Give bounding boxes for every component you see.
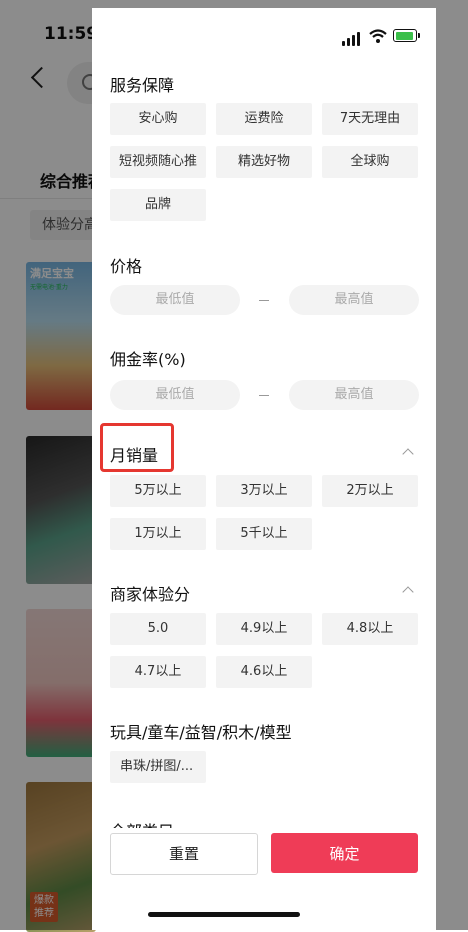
price-max-input[interactable]: 最高值 [289,285,419,315]
section-title-commission: 佣金率(%) [110,350,186,369]
price-min-input[interactable]: 最低值 [110,285,240,315]
chevron-up-icon[interactable] [402,586,414,598]
battery-icon [393,29,420,42]
option-service[interactable]: 全球购 [322,146,418,178]
option-merchant-score[interactable]: 4.7以上 [110,656,206,688]
range-dash [259,300,269,301]
option-service[interactable]: 7天无理由 [322,103,418,135]
cellular-signal-icon [342,32,364,46]
section-title-service: 服务保障 [110,76,175,95]
drawer-footer: 重置 确定 [92,828,436,930]
option-service[interactable]: 短视频随心推 [110,146,206,178]
option-service[interactable]: 品牌 [110,189,206,221]
option-merchant-score[interactable]: 4.9以上 [216,613,312,645]
option-service[interactable]: 运费险 [216,103,312,135]
range-dash [259,395,269,396]
chevron-up-icon[interactable] [402,448,414,460]
home-indicator [148,912,300,917]
option-monthly-sales[interactable]: 2万以上 [322,475,418,507]
section-title-price: 价格 [110,257,143,276]
option-merchant-score[interactable]: 4.8以上 [322,613,418,645]
reset-button[interactable]: 重置 [110,833,258,875]
option-monthly-sales[interactable]: 5万以上 [110,475,206,507]
filter-drawer: 服务保障 安心购 运费险 7天无理由 短视频随心推 精选好物 全球购 品牌 价格… [92,8,436,930]
confirm-button[interactable]: 确定 [271,833,418,873]
section-title-merchant-score: 商家体验分 [110,585,191,604]
wifi-icon [369,29,387,43]
option-monthly-sales[interactable]: 1万以上 [110,518,206,550]
option-monthly-sales[interactable]: 3万以上 [216,475,312,507]
option-monthly-sales[interactable]: 5千以上 [216,518,312,550]
option-merchant-score[interactable]: 4.6以上 [216,656,312,688]
section-title-category: 玩具/童车/益智/积木/模型 [110,723,292,742]
option-merchant-score[interactable]: 5.0 [110,613,206,645]
commission-min-input[interactable]: 最低值 [110,380,240,410]
option-service[interactable]: 安心购 [110,103,206,135]
option-service[interactable]: 精选好物 [216,146,312,178]
option-category[interactable]: 串珠/拼图/... [110,751,206,783]
commission-max-input[interactable]: 最高值 [289,380,419,410]
highlight-box [100,423,174,472]
